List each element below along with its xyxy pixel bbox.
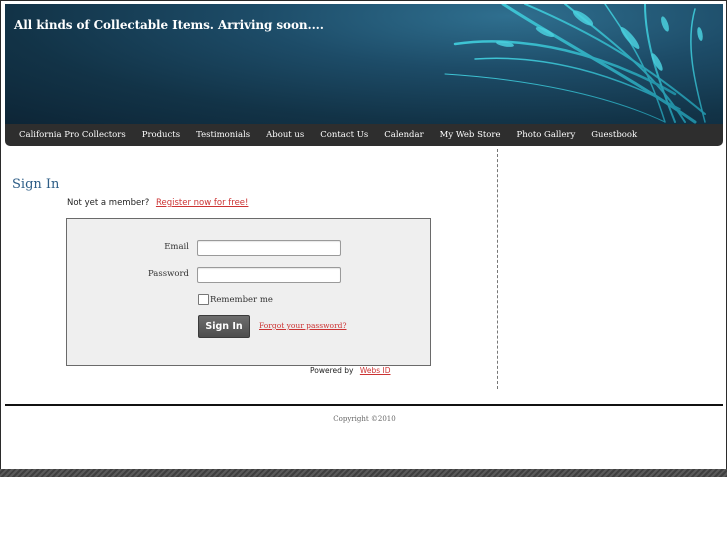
- nav-item-about-us[interactable]: About us: [266, 130, 304, 140]
- register-link[interactable]: Register now for free!: [156, 198, 249, 208]
- header-banner: All kinds of Collectable Items. Arriving…: [5, 4, 723, 124]
- nav-item-calendar[interactable]: Calendar: [384, 130, 423, 140]
- remember-me-checkbox[interactable]: [198, 294, 209, 305]
- page-frame: All kinds of Collectable Items. Arriving…: [0, 0, 727, 469]
- sign-in-button[interactable]: Sign In: [198, 315, 250, 338]
- page-title: Sign In: [12, 177, 60, 192]
- copyright-text: Copyright ©2010: [333, 415, 396, 423]
- nav-item-photo-gallery[interactable]: Photo Gallery: [517, 130, 576, 140]
- register-prompt: Not yet a member? Register now for free!: [67, 198, 248, 208]
- site-title: All kinds of Collectable Items. Arriving…: [14, 18, 324, 32]
- password-field[interactable]: [197, 267, 341, 283]
- nav-item-my-web-store[interactable]: My Web Store: [440, 130, 501, 140]
- footer-divider: [5, 404, 723, 406]
- nav-item-testimonials[interactable]: Testimonials: [196, 130, 250, 140]
- nav-item-california-pro-collectors[interactable]: California Pro Collectors: [19, 130, 126, 140]
- signin-form: Email Password Remember me Sign In Forgo…: [66, 218, 431, 366]
- forgot-password-link[interactable]: Forgot your password?: [259, 321, 346, 330]
- email-field[interactable]: [197, 240, 341, 256]
- nav-item-guestbook[interactable]: Guestbook: [591, 130, 637, 140]
- email-label: Email: [164, 242, 189, 252]
- webs-id-link[interactable]: Webs ID: [360, 366, 391, 375]
- remember-me-label[interactable]: Remember me: [210, 295, 273, 305]
- not-member-text: Not yet a member?: [67, 198, 150, 208]
- powered-by-text: Powered by: [310, 366, 354, 375]
- password-label: Password: [147, 269, 189, 279]
- nav-item-products[interactable]: Products: [142, 130, 180, 140]
- powered-by: Powered by Webs ID: [310, 366, 391, 375]
- nav-item-contact-us[interactable]: Contact Us: [320, 130, 368, 140]
- main-navigation: California Pro Collectors Products Testi…: [5, 124, 723, 146]
- sidebar-divider: [497, 149, 498, 389]
- bottom-pattern-strip: [0, 469, 727, 477]
